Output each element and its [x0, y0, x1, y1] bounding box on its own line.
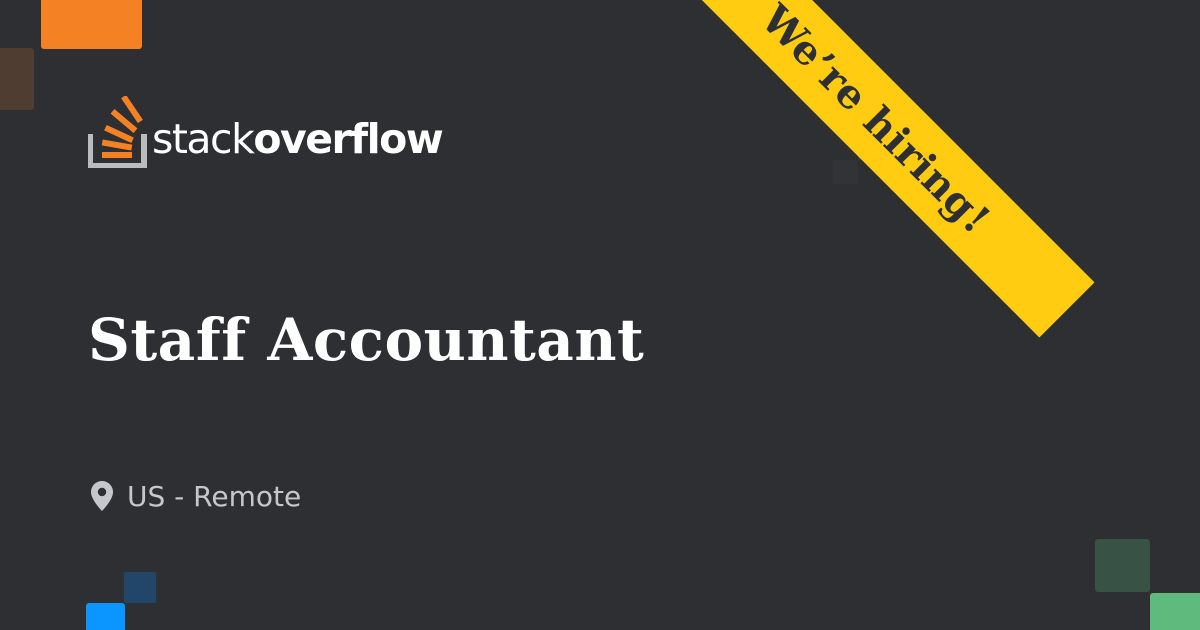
stack-overflow-logo-icon [88, 96, 148, 168]
job-title: Staff Accountant [88, 306, 645, 374]
job-share-card: stackoverflow Staff Accountant US - Remo… [0, 0, 1200, 630]
decorative-square-green [1150, 593, 1200, 630]
hiring-ribbon-text: We’re hiring! [752, 0, 1000, 243]
logo-wordmark: stackoverflow [152, 118, 444, 160]
job-location: US - Remote [91, 478, 301, 514]
decorative-square-dark-green [1095, 539, 1150, 592]
decorative-square-blue [86, 603, 125, 630]
logo-wordmark-stack: stack [152, 114, 255, 163]
decorative-square-gray-small [833, 160, 858, 184]
decorative-square-navy [124, 572, 156, 603]
stack-overflow-logo: stackoverflow [88, 96, 444, 168]
hiring-ribbon: We’re hiring! [657, 0, 1095, 338]
decorative-square-orange [41, 0, 142, 49]
logo-wordmark-overflow: overflow [253, 114, 443, 163]
map-pin-icon [91, 481, 113, 511]
decorative-square-brown [0, 48, 34, 110]
job-location-text: US - Remote [127, 479, 302, 513]
